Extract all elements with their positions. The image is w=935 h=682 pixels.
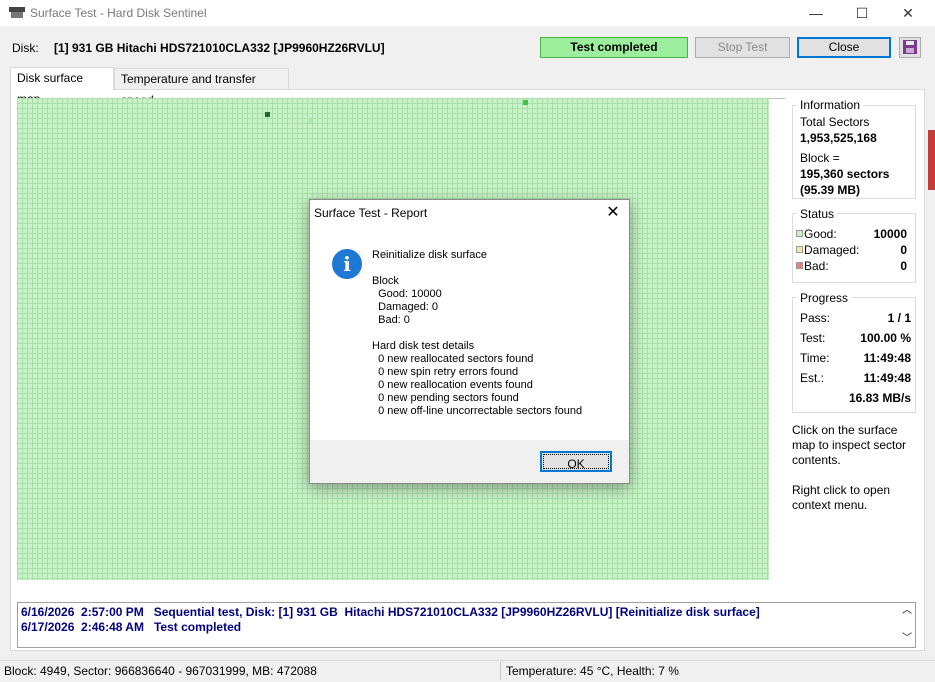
status-separator — [500, 662, 501, 680]
scroll-down-icon[interactable]: ﹀ — [900, 632, 914, 646]
surface-map-divider — [769, 98, 785, 99]
event-log[interactable]: 6/16/2026 2:57:00 PM Sequential test, Di… — [17, 602, 916, 648]
tab-temperature-transfer-speed[interactable]: Temperature and transfer speed — [114, 68, 289, 107]
bad-label: Bad: — [804, 259, 829, 273]
information-title: Information — [797, 98, 864, 112]
log-entry: 6/17/2026 2:46:48 AM Test completed — [21, 620, 242, 634]
floppy-disk-icon — [903, 40, 917, 54]
detail-line: 0 new off-line uncorrectable sectors fou… — [372, 405, 583, 417]
damaged-label: Damaged: — [804, 243, 860, 257]
detail-line: 0 new reallocation events found — [372, 379, 533, 391]
window-title: Surface Test - Hard Disk Sentinel — [30, 6, 207, 20]
context-menu-hint: Right click to open context menu. — [792, 483, 891, 512]
app-icon — [9, 7, 25, 18]
close-window-button[interactable]: ✕ — [885, 0, 931, 26]
report-dialog: Surface Test - Report ✕ i Reinitialize d… — [309, 199, 630, 484]
progress-title: Progress — [797, 291, 852, 305]
status-block-info: Block: 4949, Sector: 966836640 - 9670319… — [4, 664, 317, 678]
detail-line: 0 new pending sectors found — [372, 392, 519, 404]
total-sectors-label: Total Sectors — [800, 115, 870, 129]
block-damaged: Damaged: 0 — [372, 301, 439, 313]
transfer-speed: 16.83 MB/s — [848, 391, 911, 405]
save-button[interactable] — [899, 37, 921, 58]
damaged-legend-icon — [796, 246, 803, 253]
ok-button-label: OK — [543, 454, 609, 471]
surface-block[interactable] — [307, 118, 312, 123]
total-sectors-value: 1,953,525,168 — [800, 131, 877, 145]
maximize-button[interactable]: ☐ — [839, 0, 885, 26]
dialog-title: Surface Test - Report — [314, 206, 428, 220]
close-button[interactable]: Close — [797, 37, 891, 58]
detail-line: 0 new spin retry errors found — [372, 366, 519, 378]
details-title: Hard disk test details — [372, 340, 475, 352]
detail-line: 0 new reallocated sectors found — [372, 353, 534, 365]
good-value: 10000 — [873, 227, 907, 241]
surface-block-selected[interactable] — [265, 112, 270, 117]
block-size-mb: (95.39 MB) — [800, 183, 861, 197]
disk-label: Disk: — [12, 41, 39, 55]
time-value: 11:49:48 — [863, 351, 911, 365]
time-label: Time: — [800, 351, 830, 365]
test-status-badge: Test completed — [540, 37, 688, 58]
bad-legend-icon — [796, 262, 803, 269]
surface-click-hint: Click on the surface map to inspect sect… — [792, 423, 907, 467]
stop-test-button[interactable]: Stop Test — [695, 37, 790, 58]
info-icon: i — [332, 249, 362, 279]
block-good: Good: 10000 — [372, 288, 442, 300]
bad-value: 0 — [900, 259, 907, 273]
pass-value: 1 / 1 — [887, 311, 911, 325]
scroll-up-icon[interactable]: ︿ — [900, 604, 914, 618]
test-label: Test: — [800, 331, 826, 345]
block-title: Block — [372, 275, 399, 287]
good-legend-icon — [796, 230, 803, 237]
status-title: Status — [797, 207, 838, 221]
disk-name: [1] 931 GB Hitachi HDS721010CLA332 [JP99… — [54, 41, 385, 55]
dialog-heading: Reinitialize disk surface — [372, 249, 487, 261]
est-label: Est.: — [800, 371, 825, 385]
tab-disk-surface-map[interactable]: Disk surface map — [10, 67, 114, 106]
status-temperature-health: Temperature: 45 °C, Health: 7 % — [506, 664, 679, 678]
est-value: 11:49:48 — [863, 371, 911, 385]
damaged-value: 0 — [900, 243, 907, 257]
block-bad: Bad: 0 — [372, 314, 410, 326]
block-size-label: Block = — [800, 151, 840, 165]
test-value: 100.00 % — [860, 331, 911, 345]
minimize-button[interactable]: — — [793, 0, 839, 26]
dialog-close-icon[interactable]: ✕ — [600, 202, 626, 224]
surface-block-highlight[interactable] — [523, 100, 528, 105]
ok-button[interactable]: OK — [540, 451, 612, 472]
pass-label: Pass: — [800, 311, 831, 325]
log-entry: 6/16/2026 2:57:00 PM Sequential test, Di… — [21, 605, 760, 619]
background-window-edge — [928, 130, 935, 190]
good-label: Good: — [804, 227, 837, 241]
block-size-sectors: 195,360 sectors — [800, 167, 890, 181]
